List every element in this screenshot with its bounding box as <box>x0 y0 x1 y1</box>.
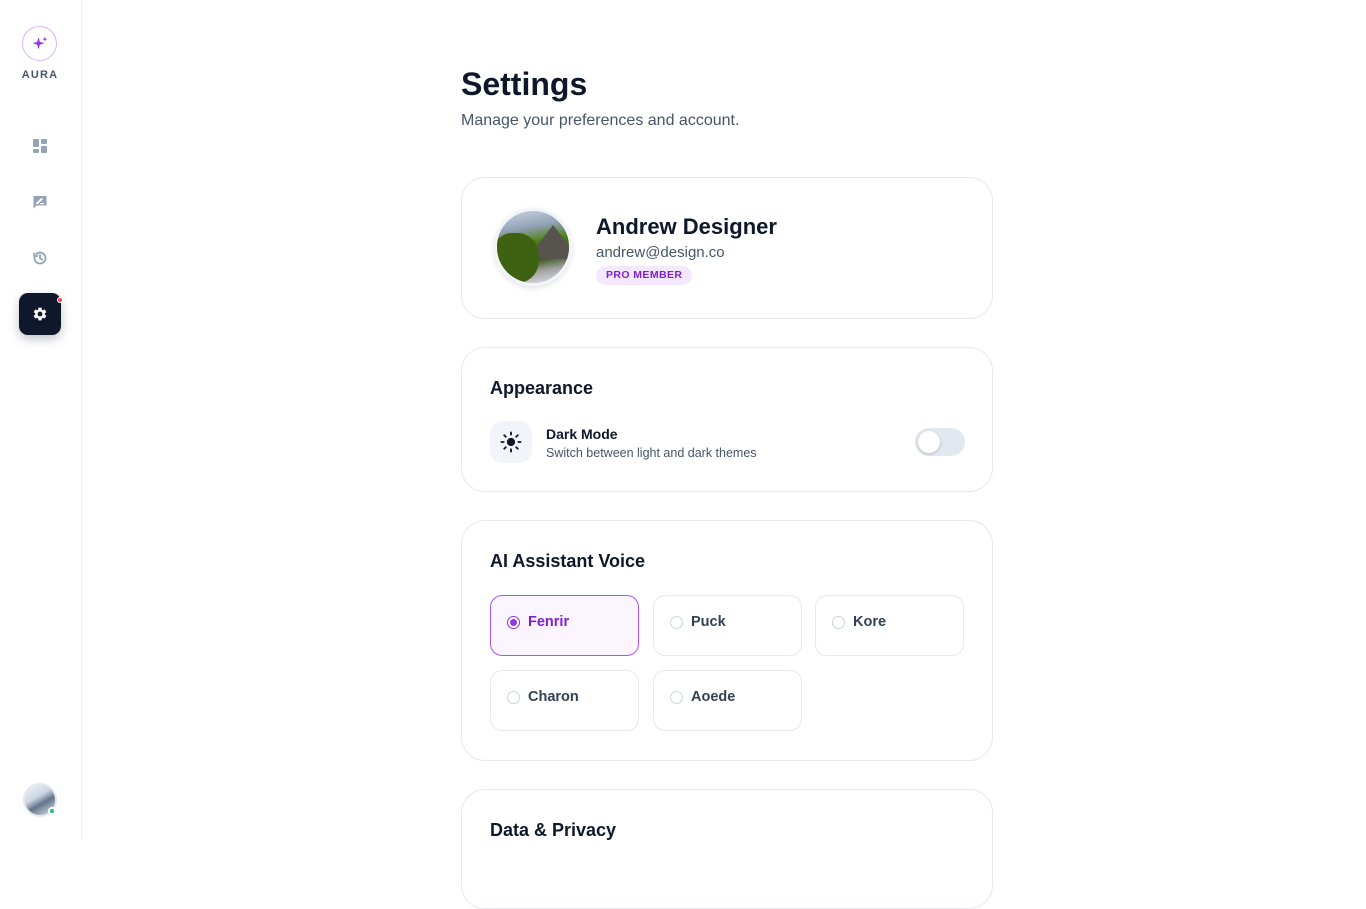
sun-icon-container <box>490 421 532 463</box>
profile-name: Andrew Designer <box>596 214 777 239</box>
voice-option-label: Charon <box>528 689 579 705</box>
notification-dot <box>57 297 63 303</box>
dark-mode-label: Dark Mode <box>546 426 618 442</box>
radio-unselected <box>507 691 520 704</box>
radio-unselected <box>670 691 683 704</box>
gear-icon <box>33 307 47 321</box>
aura-logo[interactable] <box>22 26 57 61</box>
radio-unselected <box>832 616 845 629</box>
toggle-knob <box>918 431 940 453</box>
voice-option-label: Aoede <box>691 689 736 705</box>
voice-option-puck[interactable]: Puck <box>653 595 802 656</box>
nav-dashboard[interactable] <box>19 125 61 167</box>
voice-option-charon[interactable]: Charon <box>490 670 639 731</box>
voice-option-label: Puck <box>691 614 726 630</box>
appearance-card: Appearance Dark Mode Switch between ligh… <box>461 347 993 492</box>
privacy-card: Data & Privacy <box>461 789 993 909</box>
radio-unselected <box>670 616 683 629</box>
profile-card: Andrew Designer andrew@design.co PRO MEM… <box>461 177 993 319</box>
nav-feedback[interactable] <box>19 181 61 223</box>
online-status-dot <box>48 807 56 815</box>
sun-icon <box>500 431 522 453</box>
radio-selected <box>507 616 520 629</box>
user-avatar[interactable] <box>23 783 57 817</box>
app-name: AURA <box>21 69 59 81</box>
voice-option-kore[interactable]: Kore <box>815 595 964 656</box>
voice-option-fenrir[interactable]: Fenrir <box>490 595 639 656</box>
chat-edit-icon <box>33 196 47 209</box>
page-title: Settings <box>461 66 588 102</box>
privacy-title: Data & Privacy <box>490 820 617 840</box>
voice-card: AI Assistant Voice Fenrir Puck Kore Char… <box>461 520 993 761</box>
pro-member-badge: PRO MEMBER <box>596 266 693 285</box>
sparkle-icon <box>32 36 47 49</box>
voice-title: AI Assistant Voice <box>490 551 646 571</box>
nav-settings[interactable] <box>19 293 63 335</box>
page-subtitle: Manage your preferences and account. <box>461 112 740 129</box>
appearance-title: Appearance <box>490 378 594 398</box>
nav-history[interactable] <box>19 237 61 279</box>
history-icon <box>32 251 47 265</box>
dark-mode-description: Switch between light and dark themes <box>546 446 757 460</box>
dashboard-icon <box>33 139 47 153</box>
voice-option-label: Fenrir <box>528 614 570 630</box>
voice-option-label: Kore <box>853 614 887 630</box>
dark-mode-toggle[interactable] <box>915 428 965 456</box>
sidebar: AURA <box>0 0 82 839</box>
voice-option-aoede[interactable]: Aoede <box>653 670 802 731</box>
profile-email: andrew@design.co <box>596 244 725 261</box>
profile-avatar[interactable] <box>494 208 572 286</box>
